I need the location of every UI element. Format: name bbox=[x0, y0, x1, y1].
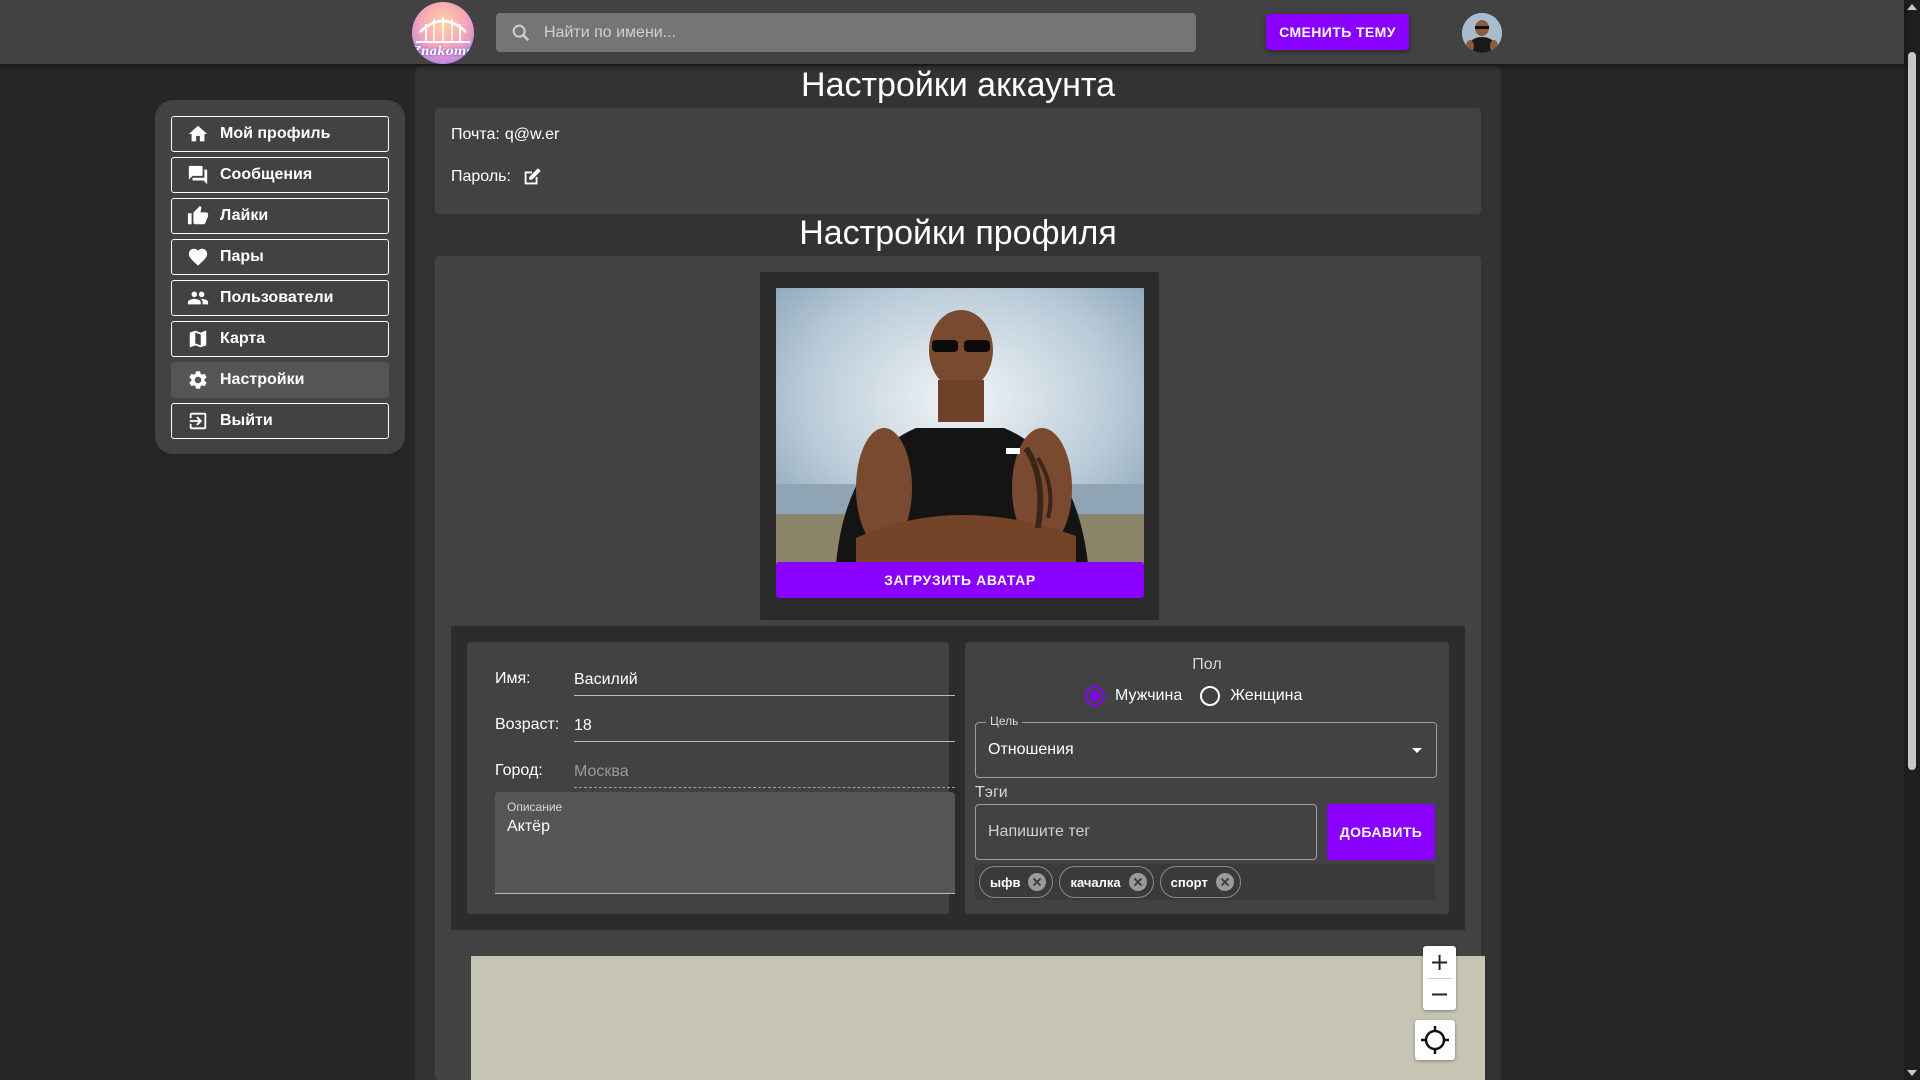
profile-settings-title: Настройки профиля bbox=[799, 214, 1117, 252]
tag-chip: ыфв bbox=[979, 866, 1054, 898]
app-logo[interactable]: Znakomstva bbox=[412, 2, 474, 64]
heart-icon bbox=[186, 245, 210, 269]
locate-me-button[interactable] bbox=[1415, 1020, 1455, 1060]
account-card: Почта: q@w.er Пароль: bbox=[435, 108, 1481, 214]
scroll-thumb[interactable] bbox=[1908, 52, 1916, 770]
city-input[interactable] bbox=[574, 748, 955, 788]
logo-text: Znakomstva bbox=[412, 44, 474, 58]
avatar-section: ЗАГРУЗИТЬ АВАТАР bbox=[760, 272, 1159, 620]
gender-female-radio[interactable] bbox=[1200, 686, 1221, 706]
sidebar-nav: Мой профиль Сообщения Лайки Пары Пользов… bbox=[155, 100, 405, 454]
sidebar-item-my-profile[interactable]: Мой профиль bbox=[171, 116, 389, 152]
map-icon bbox=[186, 327, 210, 351]
email-label: Почта: bbox=[451, 126, 500, 143]
page-scrollbar[interactable] bbox=[1904, 0, 1920, 1080]
user-avatar[interactable] bbox=[1462, 13, 1502, 53]
description-value: Актёр bbox=[507, 818, 550, 835]
zoom-out-button[interactable]: − bbox=[1423, 978, 1456, 1010]
profile-form-right: Пол Мужчина Женщина Цель Отношения Тэги … bbox=[965, 642, 1449, 914]
description-label: Описание bbox=[507, 800, 563, 814]
profile-photo-image bbox=[776, 288, 1144, 564]
goal-label: Цель bbox=[986, 714, 1023, 728]
tag-chip: качалка bbox=[1059, 866, 1154, 898]
description-field[interactable]: Описание Актёр bbox=[495, 792, 955, 894]
search-input[interactable] bbox=[544, 13, 1184, 52]
chat-icon bbox=[186, 163, 210, 187]
sidebar-item-label: Пользователи bbox=[220, 289, 334, 306]
sidebar-item-label: Мой профиль bbox=[220, 125, 331, 142]
tag-chip-label: качалка bbox=[1070, 874, 1121, 890]
gender-title: Пол bbox=[1192, 656, 1222, 673]
goal-value: Отношения bbox=[988, 741, 1074, 758]
gender-male-label: Мужчина bbox=[1115, 687, 1183, 704]
remove-tag-icon[interactable] bbox=[1215, 873, 1234, 891]
tag-chip: спорт bbox=[1159, 866, 1241, 898]
tag-chip-label: спорт bbox=[1170, 874, 1208, 890]
sidebar-item-logout[interactable]: Выйти bbox=[171, 403, 389, 439]
profile-form: Имя: Возраст: Город: Описание Актёр Пол bbox=[451, 626, 1465, 930]
remove-tag-icon[interactable] bbox=[1028, 873, 1047, 891]
search-icon bbox=[512, 24, 530, 42]
thumb-up-icon bbox=[186, 204, 210, 228]
upload-avatar-button[interactable]: ЗАГРУЗИТЬ АВАТАР bbox=[776, 562, 1144, 598]
sidebar-item-label: Сообщения bbox=[220, 166, 313, 183]
profile-photo bbox=[776, 288, 1144, 564]
edit-password-icon[interactable] bbox=[521, 166, 543, 188]
home-icon bbox=[186, 122, 210, 146]
search-bar[interactable] bbox=[496, 13, 1196, 52]
add-tag-button[interactable]: ДОБАВИТЬ bbox=[1327, 804, 1435, 860]
gender-male-radio[interactable] bbox=[1085, 686, 1105, 706]
people-icon bbox=[186, 286, 210, 310]
location-map[interactable] bbox=[471, 956, 1485, 1080]
name-input[interactable] bbox=[574, 656, 955, 696]
sidebar-item-label: Лайки bbox=[220, 207, 269, 224]
settings-main: Настройки аккаунта Почта: q@w.er Пароль:… bbox=[415, 66, 1501, 1080]
name-row: Имя: bbox=[495, 656, 955, 696]
top-app-bar: Znakomstva СМЕНИТЬ ТЕМУ bbox=[0, 0, 1904, 64]
sidebar-item-likes[interactable]: Лайки bbox=[171, 198, 389, 234]
age-input[interactable] bbox=[574, 702, 955, 742]
sidebar-item-messages[interactable]: Сообщения bbox=[171, 157, 389, 193]
dropdown-caret-icon bbox=[1412, 748, 1422, 753]
email-value: q@w.er bbox=[504, 126, 560, 143]
age-label: Возраст: bbox=[495, 716, 560, 733]
gender-female-label: Женщина bbox=[1230, 687, 1303, 704]
password-label: Пароль: bbox=[451, 168, 511, 185]
age-row: Возраст: bbox=[495, 702, 955, 742]
sidebar-item-label: Настройки bbox=[220, 371, 305, 388]
sidebar-item-users[interactable]: Пользователи bbox=[171, 280, 389, 316]
logout-icon bbox=[186, 409, 210, 433]
tag-input[interactable] bbox=[975, 804, 1317, 860]
sidebar-item-settings[interactable]: Настройки bbox=[171, 362, 389, 398]
scroll-down-arrow-icon[interactable] bbox=[1907, 1070, 1917, 1076]
scroll-up-arrow-icon[interactable] bbox=[1907, 4, 1917, 10]
name-label: Имя: bbox=[495, 670, 531, 687]
tags-title: Тэги bbox=[975, 784, 1008, 801]
city-row: Город: bbox=[495, 748, 955, 788]
change-theme-button[interactable]: СМЕНИТЬ ТЕМУ bbox=[1266, 14, 1409, 50]
profile-form-left: Имя: Возраст: Город: Описание Актёр bbox=[467, 642, 955, 914]
tag-chips: ыфв качалка спорт bbox=[975, 864, 1435, 900]
gear-icon bbox=[186, 368, 210, 392]
avatar-photo-icon bbox=[1462, 13, 1502, 53]
profile-card: ЗАГРУЗИТЬ АВАТАР Имя: Возраст: Город: Оп… bbox=[435, 256, 1485, 1080]
sidebar-item-label: Выйти bbox=[220, 412, 273, 429]
crosshair-icon bbox=[1421, 1026, 1449, 1054]
remove-tag-icon[interactable] bbox=[1128, 873, 1147, 891]
email-row: Почта: q@w.er bbox=[451, 126, 559, 144]
zoom-in-button[interactable]: + bbox=[1423, 946, 1456, 978]
gender-radio-group: Мужчина Женщина bbox=[1085, 686, 1302, 706]
sidebar-item-map[interactable]: Карта bbox=[171, 321, 389, 357]
map-zoom-control: + − bbox=[1423, 946, 1456, 1010]
sidebar-item-label: Пары bbox=[220, 248, 264, 265]
city-label: Город: bbox=[495, 762, 543, 779]
sidebar-item-label: Карта bbox=[220, 330, 266, 347]
goal-select[interactable]: Цель Отношения bbox=[975, 714, 1437, 778]
tag-chip-label: ыфв bbox=[990, 874, 1021, 890]
sidebar-item-pairs[interactable]: Пары bbox=[171, 239, 389, 275]
password-row: Пароль: bbox=[451, 166, 543, 188]
account-settings-title: Настройки аккаунта bbox=[801, 66, 1115, 104]
